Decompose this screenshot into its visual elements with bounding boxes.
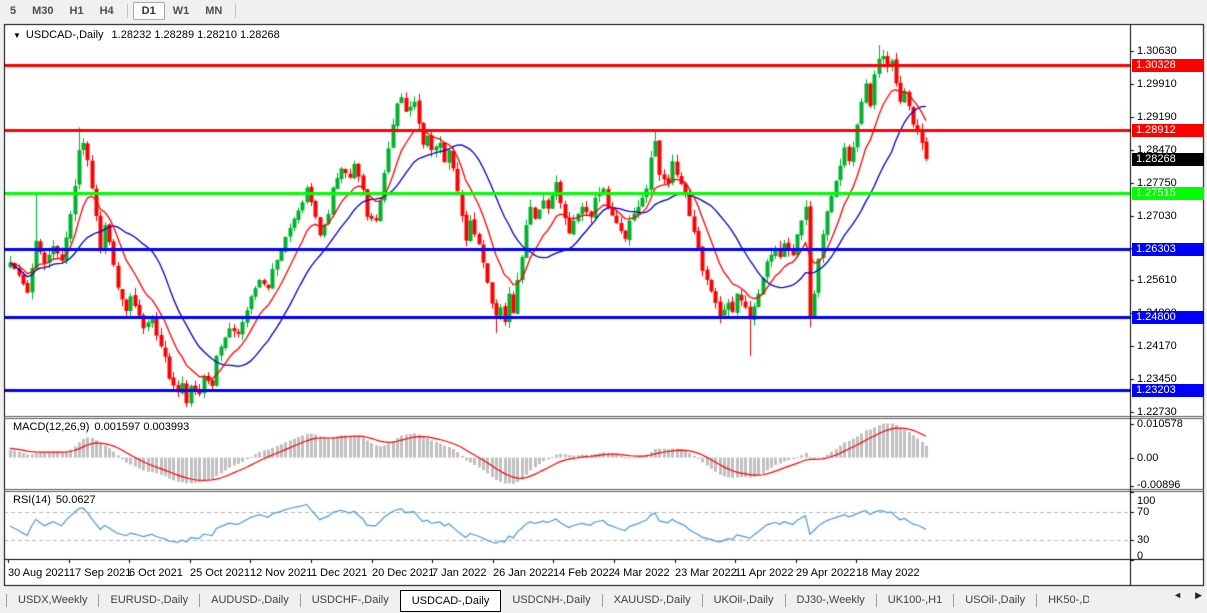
price-level-badge: 1.28912 (1132, 124, 1204, 137)
tab-ukoil-daily[interactable]: UKOil-,Daily (703, 588, 785, 613)
macd-tick-label: -0.00896 (1137, 479, 1180, 491)
tab-usoil-daily[interactable]: USOil-,Daily (954, 588, 1036, 613)
rsi-tick-label: 0 (1137, 550, 1143, 562)
toolbar-separator (127, 4, 128, 18)
tab-uk100-h1[interactable]: UK100-,H1 (877, 588, 953, 613)
price-tick-label: 1.29190 (1137, 111, 1177, 123)
macd-tick-label: 0.010578 (1137, 418, 1183, 430)
mt4-terminal: 5M30H1H4 D1W1MN ▼ USDCAD-,Daily 1.28232 1.2… (0, 0, 1207, 613)
timeframe-button-h4[interactable]: H4 (92, 1, 122, 21)
rsi-tick-label: 70 (1137, 506, 1149, 518)
rsi-indicator-label: RSI(14) 50.0627 (13, 494, 96, 506)
date-tick-label: 17 Sep 2021 (69, 567, 131, 579)
macd-name: MACD(12,26,9) (13, 421, 89, 433)
tab-eurusd-daily[interactable]: EURUSD-,Daily (99, 588, 199, 613)
price-level-badge: 1.26303 (1132, 243, 1204, 256)
rsi-value: 50.0627 (56, 494, 96, 506)
date-tick-label: 7 Jan 2022 (432, 567, 486, 579)
tab-audusd-daily[interactable]: AUDUSD-,Daily (200, 588, 300, 613)
price-level-badge: 1.23203 (1132, 384, 1204, 397)
chart-symbol-label: USDCAD-,Daily (26, 29, 104, 41)
date-tick-label: 1 Dec 2021 (311, 567, 367, 579)
date-tick-label: 30 Aug 2021 (8, 567, 70, 579)
price-tick-label: 1.30630 (1137, 45, 1177, 57)
tab-scroll-left-icon[interactable]: ◄ (1173, 590, 1182, 601)
timeframe-button-h1[interactable]: H1 (62, 1, 92, 21)
tab-scroll-arrows: ◄ ▶ (1173, 590, 1202, 601)
tab-usdchf-daily[interactable]: USDCHF-,Daily (301, 588, 400, 613)
date-tick-label: 18 May 2022 (856, 567, 920, 579)
date-tick-label: 12 Nov 2021 (250, 567, 312, 579)
tab-usdcnh-daily[interactable]: USDCNH-,Daily (501, 588, 601, 613)
tab-usdcad-daily[interactable]: USDCAD-,Daily (400, 590, 502, 612)
timeframe-button-d1[interactable]: D1 (133, 2, 165, 20)
macd-values: 0.001597 0.003993 (94, 421, 189, 433)
date-tick-label: 6 Oct 2021 (129, 567, 183, 579)
price-tick-label: 1.27030 (1137, 210, 1177, 222)
timeframe-button-5[interactable]: 5 (2, 1, 24, 21)
tab-usdx-weekly[interactable]: USDX,Weekly (7, 588, 98, 613)
price-level-badge: 1.27515 (1132, 187, 1204, 200)
chart-title: ▼ USDCAD-,Daily 1.28232 1.28289 1.28210 1.… (13, 29, 280, 41)
timeframe-button-m30[interactable]: M30 (24, 1, 61, 21)
price-chart-canvas[interactable] (0, 0, 1207, 613)
macd-indicator-label: MACD(12,26,9) 0.001597 0.003993 (13, 421, 189, 433)
tab-xauusd-daily[interactable]: XAUUSD-,Daily (603, 588, 702, 613)
date-tick-label: 14 Feb 2022 (553, 567, 615, 579)
rsi-tick-label: 30 (1137, 534, 1149, 546)
timeframe-toolbar: 5M30H1H4 D1W1MN (0, 0, 1207, 22)
toolbar-separator (235, 4, 236, 18)
date-tick-label: 29 Apr 2022 (796, 567, 855, 579)
symbol-dropdown-icon[interactable]: ▼ (13, 31, 21, 40)
date-tick-label: 23 Mar 2022 (675, 567, 737, 579)
tab-dj30-weekly[interactable]: DJ30-,Weekly (786, 588, 876, 613)
date-tick-label: 26 Jan 2022 (493, 567, 554, 579)
price-tick-label: 1.22730 (1137, 406, 1177, 418)
tab-scroll-right-icon[interactable]: ▶ (1195, 590, 1202, 601)
price-level-badge: 1.30328 (1132, 59, 1204, 72)
date-tick-label: 20 Dec 2021 (372, 567, 434, 579)
price-level-badge: 1.24800 (1132, 311, 1204, 324)
timeframe-button-w1[interactable]: W1 (165, 1, 198, 21)
price-level-badge: 1.28268 (1132, 153, 1204, 166)
tab-hk50-daily[interactable]: HK50-,Daily (1037, 588, 1089, 613)
price-tick-label: 1.25610 (1137, 274, 1177, 286)
price-tick-label: 1.29910 (1137, 78, 1177, 90)
rsi-name: RSI(14) (13, 494, 51, 506)
date-tick-label: 25 Oct 2021 (190, 567, 250, 579)
chart-tabs-bar: USDX,WeeklyEURUSD-,DailyAUDUSD-,DailyUSD… (0, 588, 1207, 613)
date-tick-label: 4 Mar 2022 (614, 567, 670, 579)
timeframe-button-mn[interactable]: MN (197, 1, 230, 21)
date-tick-label: 11 Apr 2022 (735, 567, 794, 579)
macd-tick-label: 0.00 (1137, 452, 1158, 464)
price-tick-label: 1.24170 (1137, 340, 1177, 352)
chart-ohlc-values: 1.28232 1.28289 1.28210 1.28268 (112, 29, 280, 41)
